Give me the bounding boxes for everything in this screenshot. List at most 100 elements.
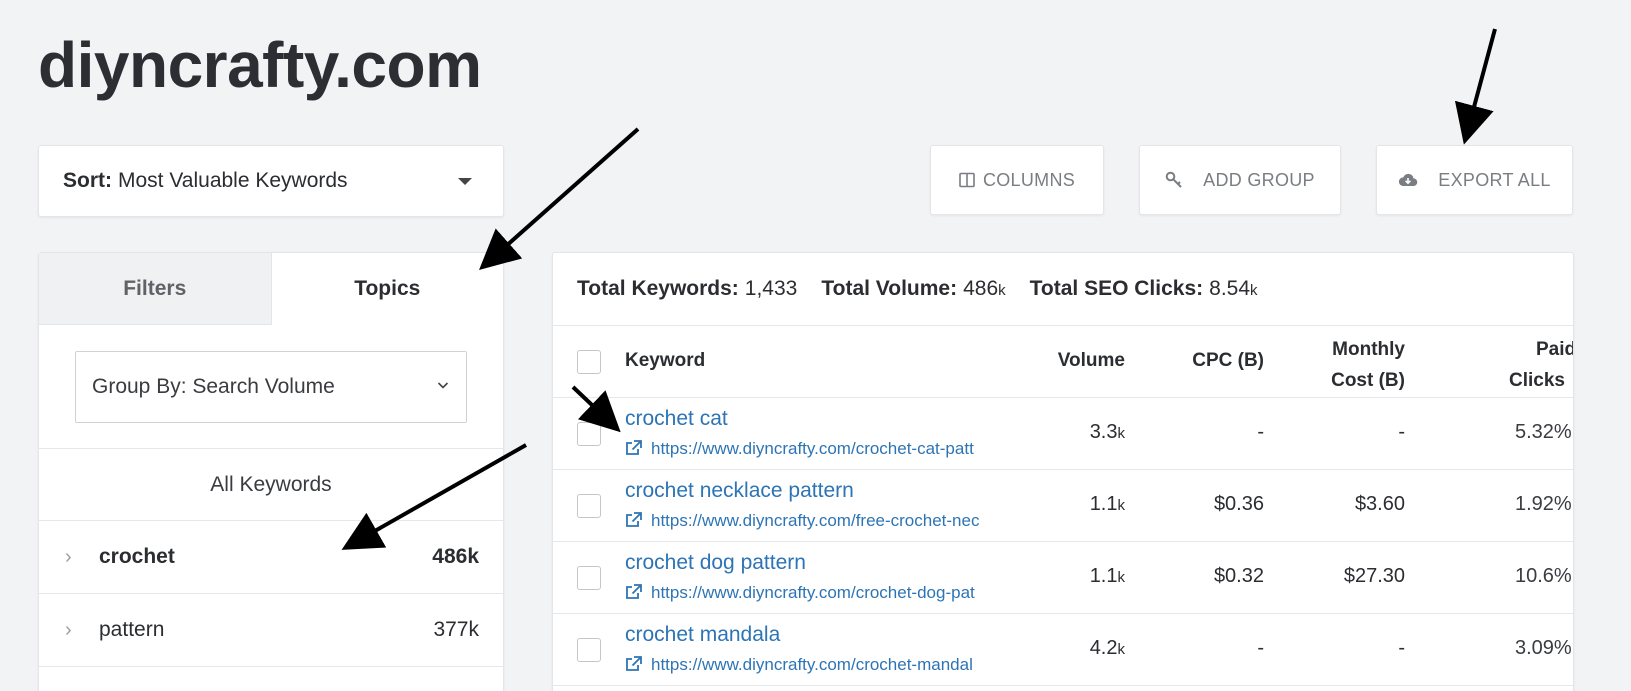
sort-label: Sort: xyxy=(63,169,112,192)
header-paid-line1: Paid xyxy=(1536,339,1574,360)
url-link[interactable]: https://www.diyncrafty.com/crochet-cat-p… xyxy=(625,439,1020,459)
total-volume-value: 486 xyxy=(963,277,999,300)
monthly-cost-cell: - xyxy=(1398,421,1405,443)
all-keywords-item[interactable]: All Keywords xyxy=(39,449,503,521)
keyword-link[interactable]: crochet necklace pattern xyxy=(625,479,854,503)
topics-panel: Filters Topics Group By: Search Volume A… xyxy=(38,252,504,691)
topic-count: 377k xyxy=(433,618,479,641)
paid-clicks-cell: 5.32% xyxy=(1515,421,1572,443)
topic-name: crochet xyxy=(99,545,175,568)
volume-value: 3.3 xyxy=(1089,421,1118,443)
total-seo-label: Total SEO Clicks: xyxy=(1029,277,1204,300)
paid-clicks-cell: 3.09% xyxy=(1515,637,1572,659)
tab-topics[interactable]: Topics xyxy=(271,253,503,325)
cloud-download-icon xyxy=(1399,173,1418,186)
totals-bar: Total Keywords: 1,433 Total Volume: 486k T… xyxy=(553,253,1573,326)
volume-suffix: k xyxy=(1117,569,1126,586)
volume-cell: 4.2k xyxy=(1090,637,1125,660)
url-link[interactable]: https://www.diyncrafty.com/crochet-dog-p… xyxy=(625,583,1020,603)
volume-suffix: k xyxy=(1117,497,1126,514)
table-row: crochet necklace pattern https://www.diy… xyxy=(553,470,1573,542)
chevron-down-icon xyxy=(437,382,449,389)
header-monthly-line1: Monthly xyxy=(1332,339,1405,360)
row-checkbox[interactable] xyxy=(577,638,601,662)
select-all-checkbox[interactable] xyxy=(577,350,601,374)
total-volume-label: Total Volume: xyxy=(821,277,958,300)
header-monthly-line2: Cost (B) xyxy=(1331,370,1405,391)
header-keyword[interactable]: Keyword xyxy=(625,350,705,372)
total-keywords: Total Keywords: 1,433 xyxy=(577,277,797,301)
header-cpc[interactable]: CPC (B) xyxy=(1192,350,1264,372)
header-paid-line2: Clicks xyxy=(1509,370,1565,391)
annotation-arrow xyxy=(479,127,640,270)
keyword-link[interactable]: crochet cat xyxy=(625,407,728,431)
add-group-button[interactable]: ADD GROUP xyxy=(1139,145,1341,215)
export-all-label: EXPORT ALL xyxy=(1438,169,1551,190)
caret-down-icon xyxy=(458,178,472,185)
external-link-icon xyxy=(626,584,642,599)
volume-cell: 3.3k xyxy=(1090,421,1125,444)
topic-name: pattern xyxy=(99,618,165,641)
total-keywords-label: Total Keywords: xyxy=(577,277,739,300)
row-checkbox[interactable] xyxy=(577,422,601,446)
total-seo-suffix: k xyxy=(1250,282,1258,299)
total-volume-suffix: k xyxy=(998,282,1006,299)
table-row: crochet cat https://www.diyncrafty.com/c… xyxy=(553,398,1573,470)
paid-clicks-cell: 10.6% xyxy=(1515,565,1572,587)
cpc-cell: - xyxy=(1257,637,1264,659)
sort-value: Most Valuable Keywords xyxy=(118,169,348,192)
external-link-icon xyxy=(626,512,642,527)
row-checkbox[interactable] xyxy=(577,494,601,518)
cpc-cell: $0.32 xyxy=(1213,565,1264,587)
monthly-cost-cell: - xyxy=(1398,637,1405,659)
paid-clicks-cell: 1.92% xyxy=(1515,493,1572,515)
chevron-right-icon[interactable]: › xyxy=(65,546,99,569)
cpc-cell: $0.36 xyxy=(1213,493,1264,515)
columns-icon xyxy=(959,172,975,188)
columns-button[interactable]: COLUMNS xyxy=(930,145,1104,215)
table-header: Keyword Volume CPC (B) Monthly Cost (B) P… xyxy=(553,326,1573,398)
url-text: https://www.diyncrafty.com/crochet-manda… xyxy=(651,655,973,674)
url-text: https://www.diyncrafty.com/crochet-cat-p… xyxy=(651,439,974,458)
key-icon xyxy=(1165,171,1182,188)
add-group-label: ADD GROUP xyxy=(1203,169,1315,190)
monthly-cost-cell: $3.60 xyxy=(1354,493,1405,515)
header-paid-clicks[interactable]: Paid Clicks xyxy=(1509,334,1574,396)
header-monthly-cost[interactable]: Monthly Cost (B) xyxy=(1331,334,1405,396)
total-seo-clicks: Total SEO Clicks: 8.54k xyxy=(1030,277,1258,301)
keyword-link[interactable]: crochet dog pattern xyxy=(625,551,806,575)
sort-select[interactable]: Sort: Most Valuable Keywords xyxy=(38,145,504,217)
export-all-button[interactable]: EXPORT ALL xyxy=(1376,145,1573,215)
volume-cell: 1.1k xyxy=(1090,565,1125,588)
volume-cell: 1.1k xyxy=(1090,493,1125,516)
volume-value: 4.2 xyxy=(1089,637,1118,659)
volume-suffix: k xyxy=(1117,641,1126,658)
volume-suffix: k xyxy=(1117,425,1126,442)
total-keywords-value: 1,433 xyxy=(744,277,798,300)
chevron-right-icon[interactable]: › xyxy=(65,619,99,642)
total-seo-value: 8.54 xyxy=(1209,277,1251,300)
total-volume: Total Volume: 486k xyxy=(821,277,1005,301)
group-by-container: Group By: Search Volume xyxy=(39,325,503,449)
keywords-panel: Total Keywords: 1,433 Total Volume: 486k T… xyxy=(552,252,1574,691)
topic-row-crochet[interactable]: › crochet 486k xyxy=(39,521,503,594)
topic-row-pattern[interactable]: › pattern 377k xyxy=(39,594,503,667)
volume-value: 1.1 xyxy=(1089,565,1118,587)
keyword-link[interactable]: crochet mandala xyxy=(625,623,780,647)
group-by-label: Group By: Search Volume xyxy=(92,375,335,398)
annotation-arrow xyxy=(1454,28,1497,145)
url-link[interactable]: https://www.diyncrafty.com/crochet-manda… xyxy=(625,655,1020,675)
tab-filters[interactable]: Filters xyxy=(39,253,272,325)
table-row: crochet mandala https://www.diyncrafty.c… xyxy=(553,614,1573,686)
panel-tabs: Filters Topics xyxy=(39,253,503,325)
url-text: https://www.diyncrafty.com/crochet-dog-p… xyxy=(651,583,975,602)
external-link-icon xyxy=(626,440,642,455)
group-by-select[interactable]: Group By: Search Volume xyxy=(75,351,467,423)
row-checkbox[interactable] xyxy=(577,566,601,590)
volume-value: 1.1 xyxy=(1089,493,1118,515)
site-title: diyncrafty.com xyxy=(38,29,482,101)
header-volume[interactable]: Volume xyxy=(1058,350,1125,372)
url-text: https://www.diyncrafty.com/free-crochet-… xyxy=(651,511,980,530)
columns-label: COLUMNS xyxy=(982,169,1076,190)
url-link[interactable]: https://www.diyncrafty.com/free-crochet-… xyxy=(625,511,1020,531)
